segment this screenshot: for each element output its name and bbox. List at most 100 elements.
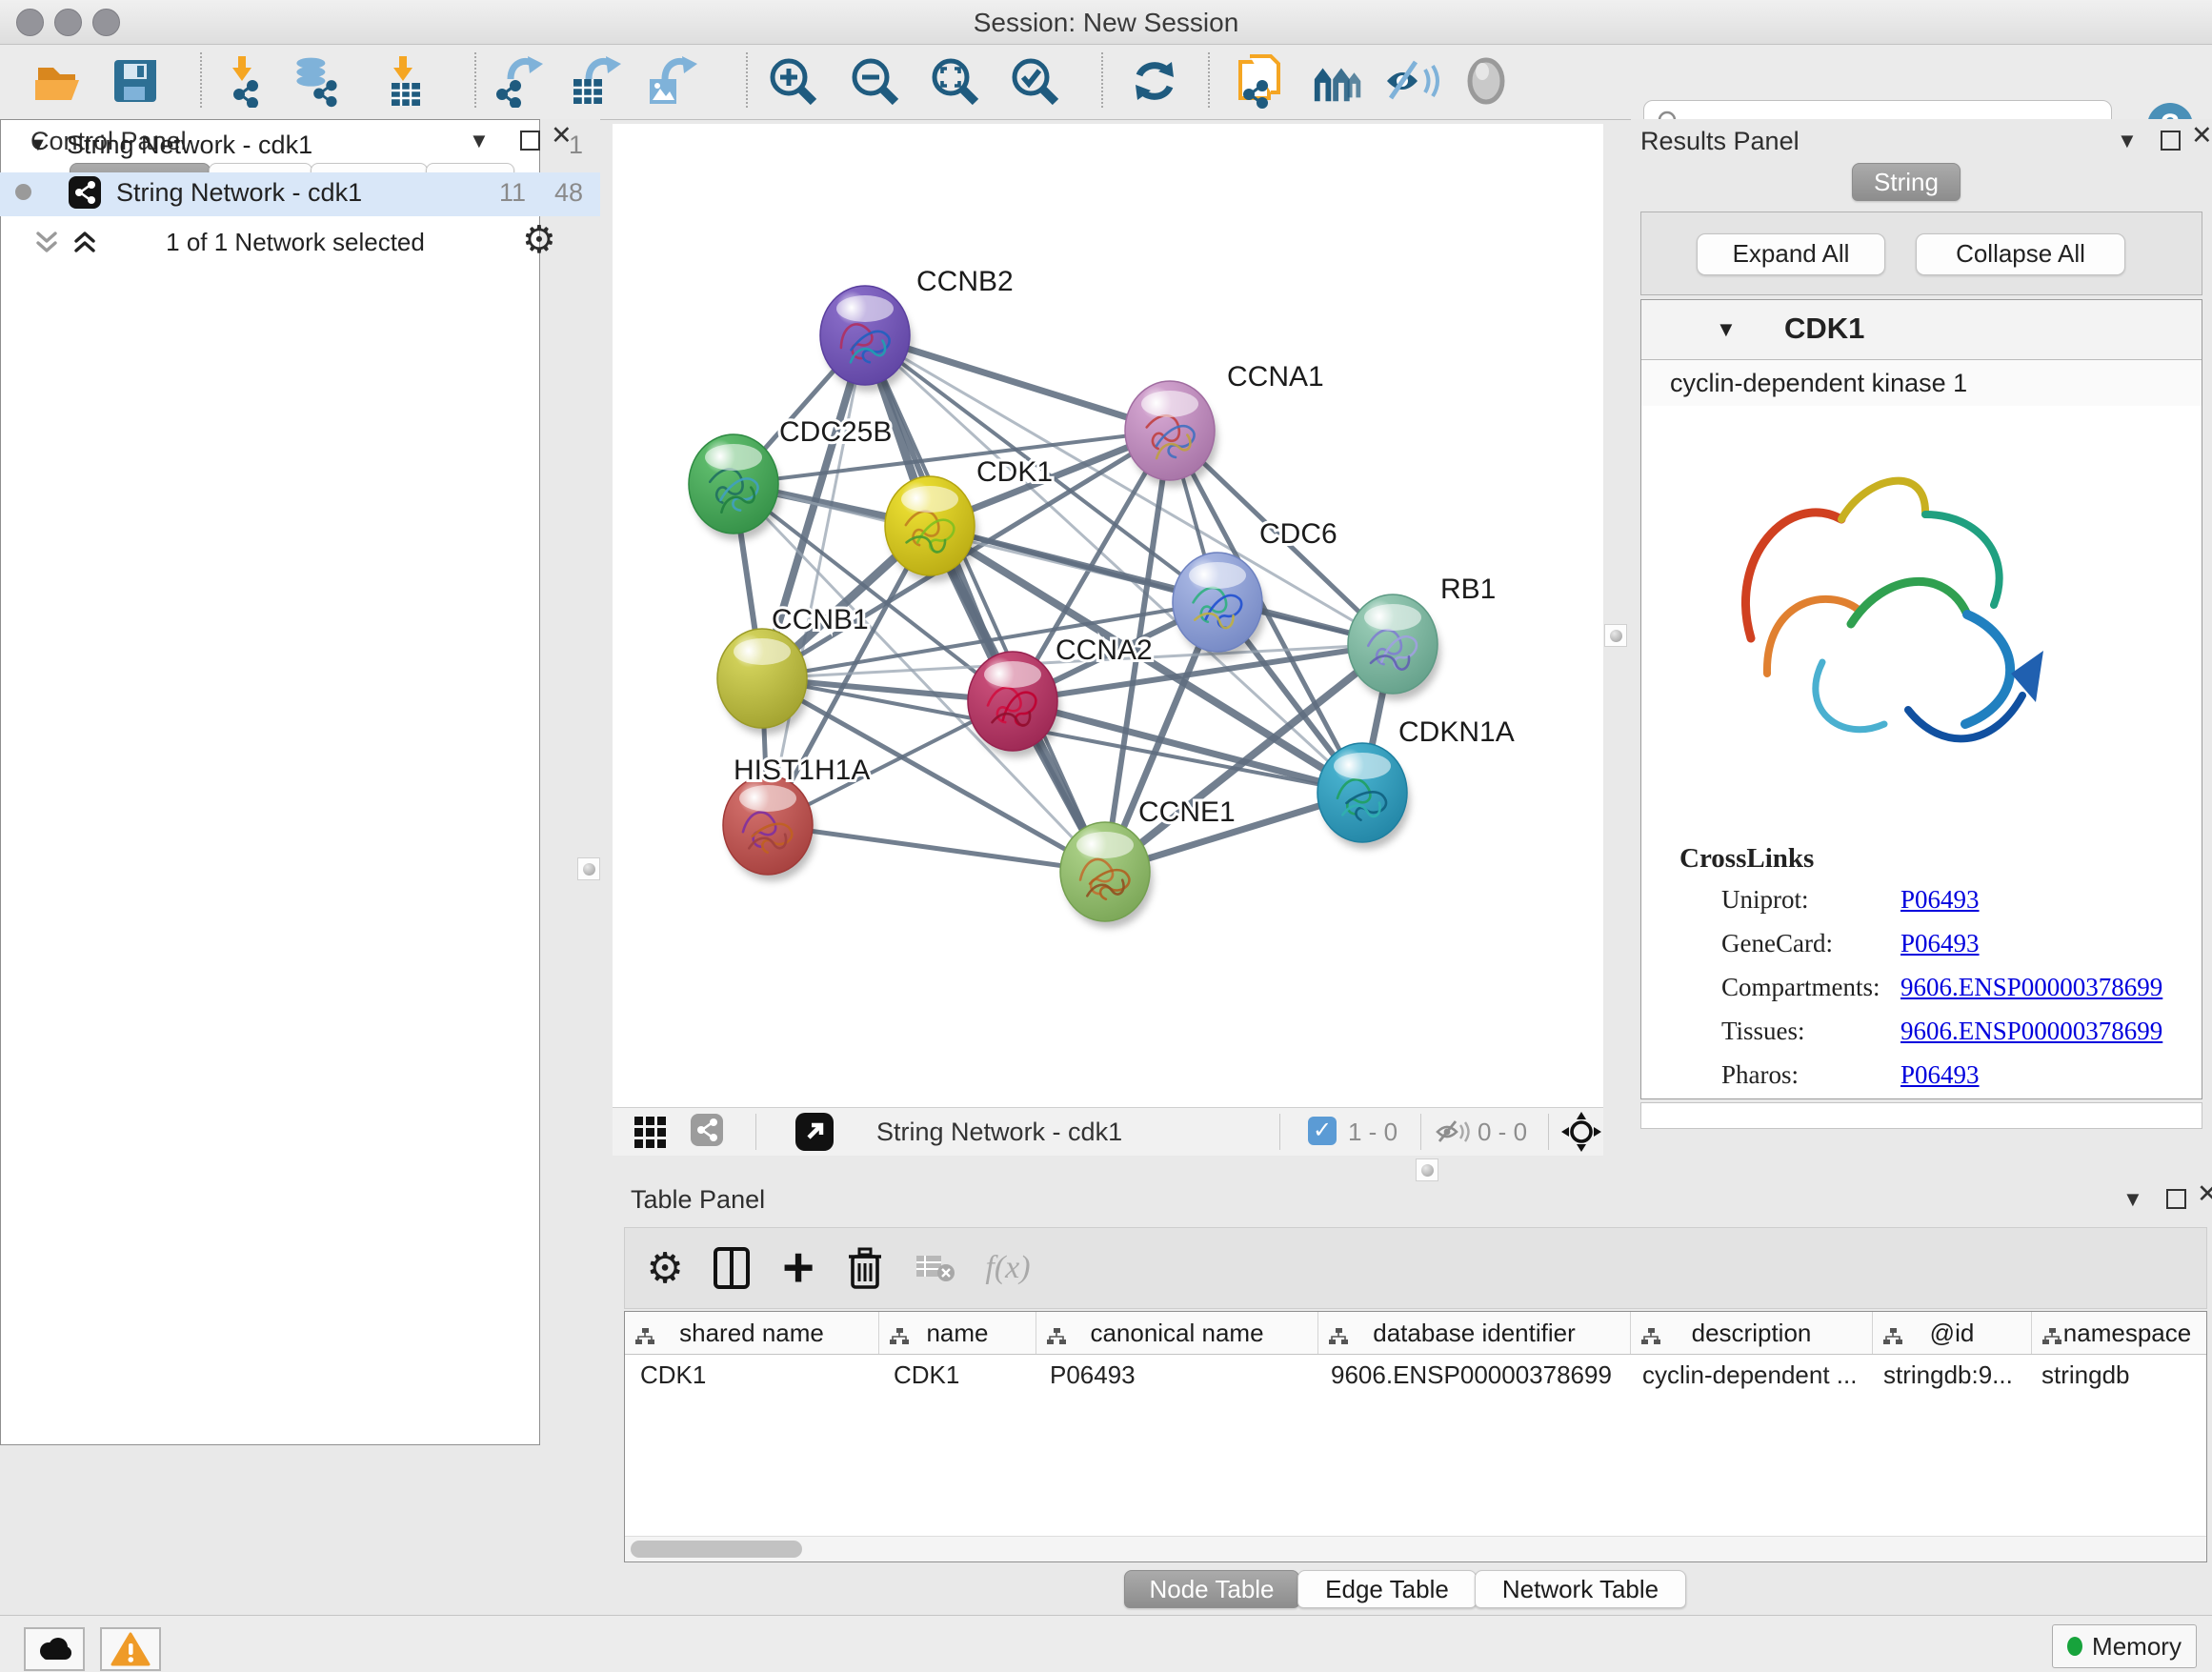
network-node-HIST1H1A[interactable]: HIST1H1A — [723, 755, 870, 881]
results-scrollbar[interactable] — [1640, 1102, 2202, 1129]
collapse-all-button[interactable]: Collapse All — [1916, 233, 2125, 275]
collapse-all-tree-icon[interactable] — [30, 226, 63, 258]
tab-network-table[interactable]: Network Table — [1475, 1570, 1686, 1608]
network-node-CDC6[interactable]: CDC6 — [1173, 518, 1337, 658]
left-splitter-handle[interactable] — [577, 857, 600, 880]
network-options-gear-icon[interactable]: ⚙ — [522, 218, 556, 262]
network-label: String Network - cdk1 — [116, 178, 362, 208]
expand-all-button[interactable]: Expand All — [1697, 233, 1885, 275]
grid-view-icon[interactable] — [633, 1116, 668, 1150]
table-cell[interactable]: P06493 — [1035, 1360, 1316, 1390]
detach-view-icon[interactable] — [795, 1113, 834, 1151]
clipboard-network-icon[interactable] — [1233, 52, 1290, 110]
tab-string[interactable]: String — [1852, 163, 1961, 201]
network-row-selected[interactable]: String Network - cdk1 11 48 — [0, 172, 600, 216]
first-neighbors-icon[interactable] — [1311, 52, 1368, 110]
window-title: Session: New Session — [0, 8, 2212, 38]
network-collection-row[interactable]: ▼ String Network - cdk1 1 — [0, 131, 600, 171]
main-toolbar: ? — [0, 45, 2212, 120]
import-network-icon[interactable] — [217, 52, 274, 110]
export-table-icon[interactable] — [568, 52, 625, 110]
network-edge[interactable] — [768, 825, 1105, 872]
node-label-CCNA2: CCNA2 — [1056, 635, 1153, 666]
node-label-RB1: RB1 — [1440, 574, 1496, 605]
column-header-canonical-name[interactable]: canonical name — [1036, 1312, 1318, 1354]
table-cell[interactable]: stringdb:9... — [1868, 1360, 2026, 1390]
right-splitter-handle[interactable] — [1604, 624, 1627, 647]
refresh-icon[interactable] — [1126, 52, 1183, 110]
network-canvas[interactable]: CCNB2CCNA1CDC25BCDK1CDC6RB1CCNB1CCNA2CDK… — [613, 124, 1603, 1107]
network-node-CCNB1[interactable]: CCNB1 — [717, 604, 869, 735]
memory-button[interactable]: Memory — [2052, 1624, 2197, 1668]
crosslink-link[interactable]: 9606.ENSP00000378699 — [1900, 1017, 2162, 1046]
tree-expander-icon[interactable]: ▼ — [29, 134, 48, 156]
hierarchy-icon — [1046, 1323, 1067, 1353]
node-table: shared namenamecanonical namedatabase id… — [624, 1311, 2207, 1562]
zoom-in-icon[interactable] — [764, 52, 821, 110]
collection-count: 1 — [569, 131, 583, 160]
column-header--id[interactable]: @id — [1873, 1312, 2032, 1354]
table-cell[interactable]: 9606.ENSP00000378699 — [1316, 1360, 1627, 1390]
table-cell[interactable]: CDK1 — [878, 1360, 1035, 1390]
network-node-CCNE1[interactable]: CCNE1 — [1060, 796, 1236, 928]
network-node-CCNA1[interactable]: CCNA1 — [1125, 361, 1324, 487]
network-tree: ▼ String Network - cdk1 1 String Network… — [0, 119, 540, 1445]
cloud-button[interactable] — [24, 1627, 85, 1671]
columns-icon[interactable] — [703, 1239, 760, 1297]
table-cell[interactable]: cyclin-dependent ... — [1627, 1360, 1868, 1390]
column-header-name[interactable]: name — [879, 1312, 1036, 1354]
share-view-icon[interactable] — [691, 1114, 723, 1146]
node-label-CCNB2: CCNB2 — [916, 266, 1014, 297]
table-cell[interactable]: stringdb — [2026, 1360, 2207, 1390]
table-cell[interactable]: CDK1 — [625, 1360, 878, 1390]
bottom-splitter-handle[interactable] — [1416, 1158, 1438, 1181]
node-label-CCNA1: CCNA1 — [1227, 361, 1324, 393]
column-header-namespace[interactable]: namespace — [2032, 1312, 2207, 1354]
zoom-selected-icon[interactable] — [1006, 52, 1063, 110]
import-database-icon[interactable] — [288, 52, 345, 110]
column-header-database-identifier[interactable]: database identifier — [1318, 1312, 1631, 1354]
save-session-icon[interactable] — [107, 52, 164, 110]
crosslink-link[interactable]: P06493 — [1900, 929, 1980, 958]
network-node-CDKN1A[interactable]: CDKN1A — [1317, 716, 1515, 849]
add-column-icon[interactable]: + — [770, 1239, 827, 1297]
hide-selected-icon[interactable] — [1383, 52, 1440, 110]
import-table-icon[interactable] — [376, 52, 433, 110]
network-status-dot-icon — [15, 184, 31, 200]
column-header-description[interactable]: description — [1631, 1312, 1873, 1354]
close-panel-icon[interactable]: ✕ — [2197, 1179, 2212, 1209]
table-settings-icon[interactable]: ⚙ — [636, 1239, 694, 1297]
tab-edge-table[interactable]: Edge Table — [1297, 1570, 1477, 1608]
network-node-RB1[interactable]: RB1 — [1348, 574, 1496, 700]
float-panel-icon[interactable] — [2161, 131, 2181, 151]
table-scrollbar-thumb[interactable] — [631, 1541, 802, 1558]
birdseye-crosshair-icon[interactable] — [1561, 1112, 1601, 1152]
crosslink-link[interactable]: P06493 — [1900, 1060, 1980, 1090]
zoom-out-icon[interactable] — [846, 52, 903, 110]
column-header-shared-name[interactable]: shared name — [625, 1312, 879, 1354]
gene-expander-icon[interactable]: ▼ — [1716, 317, 1737, 342]
delete-column-icon[interactable] — [836, 1239, 894, 1297]
float-panel-icon[interactable] — [2166, 1189, 2186, 1209]
open-session-icon[interactable] — [30, 52, 88, 110]
crosslink-link[interactable]: 9606.ENSP00000378699 — [1900, 973, 2162, 1002]
warnings-button[interactable] — [100, 1627, 161, 1671]
gene-header-row[interactable]: ▼ CDK1 — [1641, 300, 2202, 360]
export-network-icon[interactable] — [492, 52, 549, 110]
collapse-panel-icon[interactable]: ▼ — [2117, 129, 2138, 153]
collapse-panel-icon[interactable]: ▼ — [2122, 1187, 2143, 1212]
toolbar-separator — [1101, 52, 1103, 108]
network-edge[interactable] — [768, 335, 865, 825]
close-panel-icon[interactable]: ✕ — [2191, 121, 2212, 151]
table-row[interactable]: CDK1CDK1P064939606.ENSP00000378699cyclin… — [625, 1355, 2206, 1395]
export-image-icon[interactable] — [644, 52, 701, 110]
hierarchy-icon — [2041, 1323, 2062, 1353]
tab-node-table[interactable]: Node Table — [1124, 1570, 1299, 1608]
zoom-fit-icon[interactable] — [926, 52, 983, 110]
footer-separator — [1279, 1114, 1280, 1150]
node-label-CDC25B: CDC25B — [779, 416, 892, 448]
expand-all-tree-icon[interactable] — [69, 226, 101, 258]
crosslink-link[interactable]: P06493 — [1900, 885, 1980, 915]
table-scrollbar[interactable] — [625, 1536, 2206, 1561]
selected-checkbox-icon[interactable]: ✓ — [1308, 1117, 1337, 1145]
